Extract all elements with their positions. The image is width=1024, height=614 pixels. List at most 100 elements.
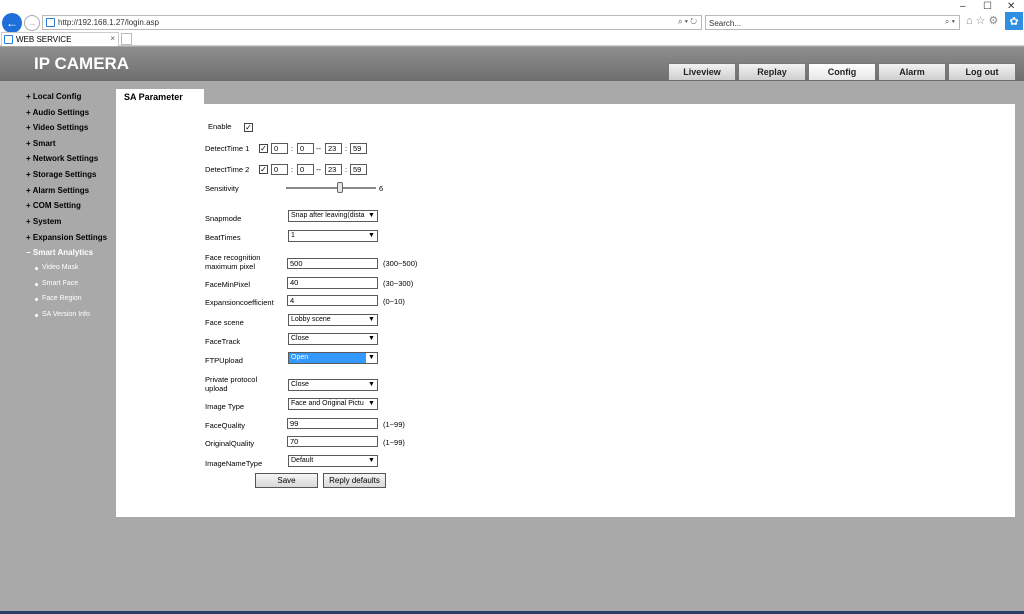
sidebar-item-audio-settings[interactable]: + Audio Settings xyxy=(26,108,89,117)
detect-time-2-end-hour[interactable]: 23 xyxy=(325,164,342,175)
tab-replay[interactable]: Replay xyxy=(738,63,806,80)
chevron-down-icon: ▼ xyxy=(366,334,377,344)
app-title: IP CAMERA xyxy=(34,54,130,73)
reply-defaults-button[interactable]: Reply defaults xyxy=(323,473,386,488)
private-protocol-label-line2: upload xyxy=(205,384,228,393)
time-colon: : xyxy=(291,165,294,174)
face-quality-label: FaceQuality xyxy=(205,421,246,430)
sidebar-subitem-smart-face[interactable]: Smart Face xyxy=(34,280,78,287)
detect-time-1-start-hour[interactable]: 0 xyxy=(271,143,288,154)
face-max-pixel-input[interactable]: 500 xyxy=(287,258,378,269)
tab-logout[interactable]: Log out xyxy=(948,63,1016,80)
search-go-icon[interactable]: ⌕ ▾ xyxy=(945,17,955,27)
refresh-icon[interactable]: ↻ xyxy=(690,17,697,26)
chevron-down-icon: ▼ xyxy=(366,231,377,241)
detect-time-2-checkbox[interactable]: ✓ xyxy=(259,165,268,174)
sidebar-item-smart-analytics[interactable]: − Smart Analytics xyxy=(26,248,93,257)
snapmode-value: Snap after leaving(dista xyxy=(291,212,365,219)
sensitivity-value: 6 xyxy=(379,184,384,193)
face-max-pixel-label-line1: Face recognition xyxy=(205,253,261,262)
forward-button[interactable]: → xyxy=(24,15,40,31)
sidebar-item-local-config[interactable]: + Local Config xyxy=(26,92,81,101)
sidebar-subitem-sa-version-info[interactable]: SA Version Info xyxy=(35,311,90,318)
face-min-pixel-input[interactable]: 40 xyxy=(287,277,378,289)
face-quality-range: (1~99) xyxy=(383,420,405,429)
chevron-down-icon: ▼ xyxy=(366,456,377,466)
enable-label: Enable xyxy=(208,122,232,131)
search-dropdown-icon[interactable]: ⌕ ▾ xyxy=(678,17,688,26)
time-dash: -- xyxy=(316,144,321,153)
detect-time-2-start-minute[interactable]: 0 xyxy=(297,164,314,175)
tab-title: WEB SERVICE xyxy=(16,35,72,44)
favorites-star-icon[interactable]: ☆ xyxy=(976,15,989,27)
original-quality-label: OriginalQuality xyxy=(205,439,255,448)
sidebar-item-network-settings[interactable]: + Network Settings xyxy=(26,154,98,163)
expansion-coefficient-input[interactable]: 4 xyxy=(287,295,378,306)
detect-time-1-end-minute[interactable]: 59 xyxy=(350,143,367,154)
smiley-feedback-icon[interactable]: ✿ xyxy=(1005,12,1023,30)
sidebar-subitem-face-region[interactable]: Face Region xyxy=(35,295,82,302)
sidebar-item-alarm-settings[interactable]: + Alarm Settings xyxy=(26,186,89,195)
private-protocol-select[interactable]: Close ▼ xyxy=(288,379,378,391)
tab-close-icon[interactable]: × xyxy=(110,34,115,43)
beattimes-label: BeatTimes xyxy=(205,233,241,242)
detect-time-2-end-minute[interactable]: 59 xyxy=(350,164,367,175)
tab-config[interactable]: Config xyxy=(808,63,876,80)
sidebar-subitem-video-mask[interactable]: Video Mask xyxy=(34,264,78,271)
ftp-upload-value: Open xyxy=(291,354,309,361)
time-colon: : xyxy=(345,144,348,153)
face-track-select[interactable]: Close ▼ xyxy=(288,333,378,345)
tab-alarm[interactable]: Alarm xyxy=(878,63,946,80)
snapmode-select[interactable]: Snap after leaving(dista ▼ xyxy=(288,210,378,222)
settings-gear-icon[interactable]: ⚙ xyxy=(989,15,1002,27)
sidebar-item-expansion-settings[interactable]: + Expansion Settings xyxy=(26,233,107,242)
back-button[interactable]: ← xyxy=(2,13,22,33)
image-type-select[interactable]: Face and Original Pictu ▼ xyxy=(288,398,378,410)
address-bar[interactable]: http://192.168.1.27/login.asp ⌕ ▾ ↻ xyxy=(42,15,702,30)
address-actions[interactable]: ⌕ ▾ ↻ xyxy=(678,17,697,27)
detect-time-1-checkbox[interactable]: ✓ xyxy=(259,144,268,153)
ftp-upload-select[interactable]: Open ▼ xyxy=(288,352,378,364)
search-bar[interactable]: ⌕ ▾ xyxy=(705,15,960,30)
ftp-upload-label: FTPUpload xyxy=(205,356,243,365)
chevron-down-icon: ▼ xyxy=(366,399,377,409)
chevron-down-icon: ▼ xyxy=(366,211,377,221)
face-track-value: Close xyxy=(291,335,309,342)
sensitivity-slider-track[interactable] xyxy=(286,187,376,189)
private-protocol-value: Close xyxy=(291,381,309,388)
face-max-pixel-label-line2: maximum pixel xyxy=(205,262,256,271)
detect-time-2-start-hour[interactable]: 0 xyxy=(271,164,288,175)
new-tab-button[interactable] xyxy=(121,33,132,45)
enable-checkbox[interactable]: ✓ xyxy=(244,123,253,132)
browser-tab[interactable]: WEB SERVICE × xyxy=(1,32,119,46)
detect-time-1-start-minute[interactable]: 0 xyxy=(297,143,314,154)
search-input[interactable] xyxy=(709,17,909,29)
panel-tab[interactable]: SA Parameter xyxy=(116,89,204,104)
face-scene-label: Face scene xyxy=(205,318,244,327)
minimize-button[interactable]: – xyxy=(960,1,966,12)
image-name-type-label: ImageNameType xyxy=(205,459,263,468)
window-close-button[interactable]: ✕ xyxy=(1007,1,1015,12)
sidebar-item-com-setting[interactable]: + COM Setting xyxy=(26,201,81,210)
beattimes-value: 1 xyxy=(291,232,295,239)
image-name-type-select[interactable]: Default ▼ xyxy=(288,455,378,467)
home-icon[interactable]: ⌂ xyxy=(966,15,976,27)
face-quality-input[interactable]: 99 xyxy=(287,418,378,429)
beattimes-select[interactable]: 1 ▼ xyxy=(288,230,378,242)
face-scene-select[interactable]: Lobby scene ▼ xyxy=(288,314,378,326)
maximize-button[interactable]: ☐ xyxy=(983,1,992,12)
tab-liveview[interactable]: Liveview xyxy=(668,63,736,80)
snapmode-label: Snapmode xyxy=(205,214,242,223)
sensitivity-slider-handle[interactable] xyxy=(337,182,343,193)
original-quality-input[interactable]: 70 xyxy=(287,436,378,447)
chevron-down-icon: ▼ xyxy=(366,315,377,325)
sidebar-item-smart[interactable]: + Smart xyxy=(26,139,56,148)
save-button[interactable]: Save xyxy=(255,473,318,488)
time-dash: -- xyxy=(316,165,321,174)
detect-time-1-end-hour[interactable]: 23 xyxy=(325,143,342,154)
sidebar-item-video-settings[interactable]: + Video Settings xyxy=(26,123,88,132)
image-type-label: Image Type xyxy=(205,402,245,411)
sidebar-item-system[interactable]: + System xyxy=(26,217,61,226)
sidebar-item-storage-settings[interactable]: + Storage Settings xyxy=(26,170,96,179)
expansion-coefficient-range: (0~10) xyxy=(383,297,405,306)
